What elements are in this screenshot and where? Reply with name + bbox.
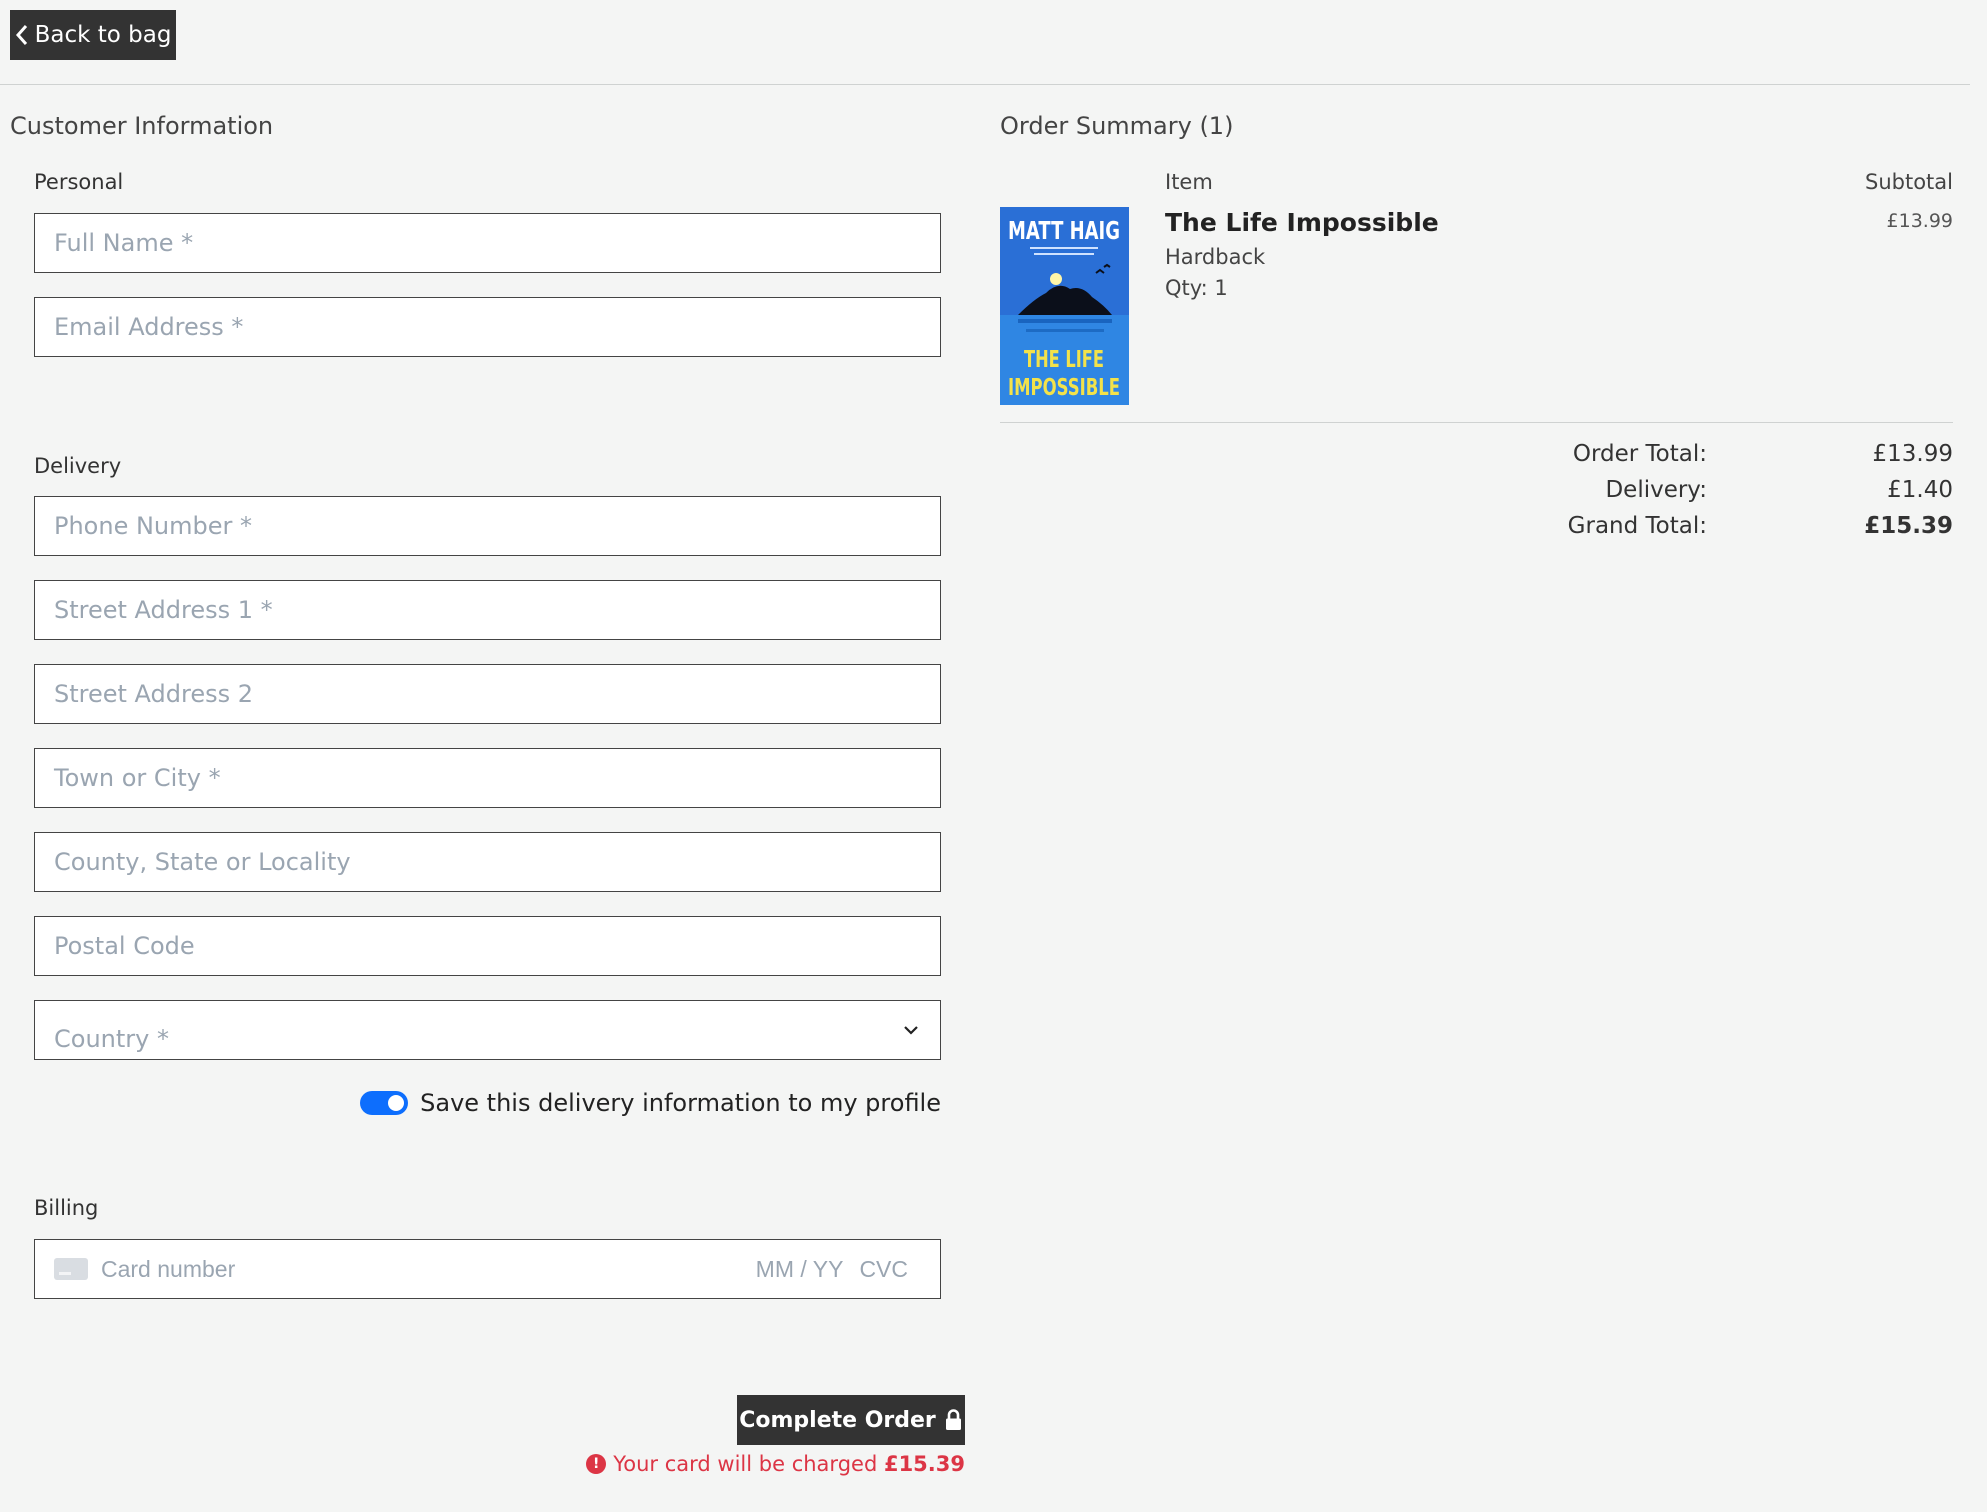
postal-code-placeholder: Postal Code (54, 932, 195, 960)
item-quantity: Qty: 1 (1165, 276, 1228, 300)
county-placeholder: County, State or Locality (54, 848, 351, 876)
country-placeholder: Country * (54, 1025, 169, 1053)
personal-label: Personal (34, 170, 124, 194)
toggle-knob (388, 1095, 405, 1111)
save-delivery-toggle-row[interactable]: Save this delivery information to my pro… (360, 1086, 941, 1120)
grand-total-value: £15.39 (1864, 513, 1953, 539)
cover-title-line-2: IMPOSSIBLE (1008, 375, 1120, 401)
cover-author: MATT HAIG (1008, 216, 1120, 245)
postal-code-field[interactable]: Postal Code (34, 916, 941, 976)
card-number-placeholder: Card number (101, 1255, 236, 1282)
top-divider (0, 84, 1970, 85)
county-field[interactable]: County, State or Locality (34, 832, 941, 892)
order-total-value: £13.99 (1872, 441, 1953, 467)
cover-title-line-1: THE LIFE (1024, 347, 1104, 373)
street-address-2-placeholder: Street Address 2 (54, 680, 254, 708)
phone-placeholder: Phone Number * (54, 512, 253, 540)
street-address-1-placeholder: Street Address 1 * (54, 596, 273, 624)
country-select[interactable]: Country * (34, 1000, 941, 1060)
charge-notice-text: Your card will be charged (613, 1452, 884, 1476)
billing-label: Billing (34, 1196, 99, 1220)
customer-info-heading: Customer Information (10, 112, 274, 140)
book-cover-art: MATT HAIG THE LIFE IMPOSSIBLE (1000, 207, 1129, 405)
charge-notice: ! Your card will be charged £15.39 (586, 1452, 965, 1476)
lock-icon (945, 1409, 961, 1430)
card-cvc-placeholder: CVC (859, 1255, 908, 1282)
card-expiry-placeholder: MM / YY (755, 1255, 844, 1282)
checkout-page: Back to bag Customer Information Persona… (0, 0, 1987, 1512)
subtotal-column-header: Subtotal (1865, 170, 1953, 194)
item-title: The Life Impossible (1165, 208, 1439, 237)
back-to-bag-label: Back to bag (34, 22, 172, 48)
chevron-down-icon (904, 1026, 918, 1035)
complete-order-button[interactable]: Complete Order (737, 1395, 965, 1445)
grand-total-label: Grand Total: (1567, 513, 1707, 539)
delivery-cost-label: Delivery: (1605, 477, 1707, 503)
item-format: Hardback (1165, 245, 1266, 269)
card-input[interactable]: Card number MM / YY CVC (34, 1239, 941, 1299)
credit-card-icon (54, 1258, 88, 1280)
summary-divider (1000, 422, 1953, 423)
street-address-2-field[interactable]: Street Address 2 (34, 664, 941, 724)
back-to-bag-button[interactable]: Back to bag (10, 10, 176, 60)
chevron-left-icon (15, 25, 27, 45)
save-delivery-label: Save this delivery information to my pro… (420, 1089, 941, 1117)
town-city-placeholder: Town or City * (54, 764, 221, 792)
complete-order-label: Complete Order (739, 1407, 936, 1433)
email-field[interactable]: Email Address * (34, 297, 941, 357)
item-subtotal: £13.99 (1886, 210, 1953, 232)
order-total-label: Order Total: (1572, 441, 1707, 467)
town-city-field[interactable]: Town or City * (34, 748, 941, 808)
alert-circle-icon: ! (586, 1454, 607, 1474)
delivery-cost-value: £1.40 (1887, 477, 1953, 503)
full-name-field[interactable]: Full Name * (34, 213, 941, 273)
book-cover-image: MATT HAIG THE LIFE IMPOSSIBLE (1000, 207, 1129, 405)
full-name-placeholder: Full Name * (54, 229, 194, 257)
item-column-header: Item (1165, 170, 1213, 194)
phone-field[interactable]: Phone Number * (34, 496, 941, 556)
charge-amount: £15.39 (883, 1452, 965, 1476)
email-placeholder: Email Address * (54, 313, 244, 341)
order-summary-heading: Order Summary (1) (1000, 112, 1234, 140)
street-address-1-field[interactable]: Street Address 1 * (34, 580, 941, 640)
delivery-label: Delivery (34, 454, 122, 478)
save-delivery-toggle[interactable] (360, 1091, 409, 1115)
